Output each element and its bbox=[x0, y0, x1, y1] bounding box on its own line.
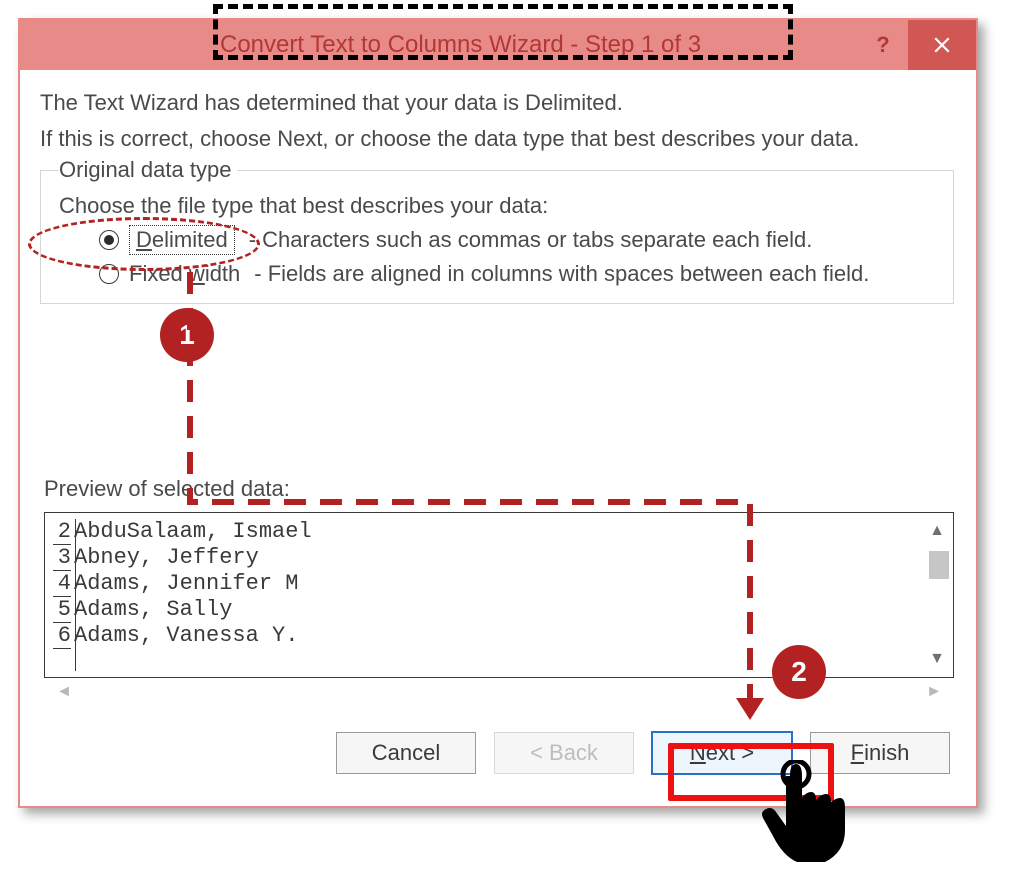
close-button[interactable] bbox=[908, 20, 976, 70]
close-icon bbox=[933, 36, 951, 54]
horizontal-scrollbar: ◄ ► bbox=[44, 680, 954, 708]
finish-button[interactable]: Finish bbox=[810, 732, 950, 774]
cancel-button[interactable]: Cancel bbox=[336, 732, 476, 774]
titlebar: Convert Text to Columns Wizard - Step 1 … bbox=[20, 20, 976, 70]
scroll-right-button[interactable]: ► bbox=[924, 682, 944, 702]
help-button[interactable]: ? bbox=[858, 20, 908, 70]
scroll-down-button[interactable]: ▼ bbox=[927, 649, 947, 669]
preview-box: 2AbduSalaam, Ismael 3Abney, Jeffery 4Ada… bbox=[44, 512, 954, 678]
radio-fixed-desc: - Fields are aligned in columns with spa… bbox=[254, 261, 869, 287]
radio-fixed-row[interactable]: Fixed width - Fields are aligned in colu… bbox=[99, 261, 943, 287]
intro-text: The Text Wizard has determined that your… bbox=[40, 90, 960, 116]
scroll-left-button[interactable]: ◄ bbox=[54, 682, 74, 702]
radio-delimited-row[interactable]: Delimited - Characters such as commas or… bbox=[99, 225, 943, 255]
window-title: Convert Text to Columns Wizard - Step 1 … bbox=[220, 31, 701, 59]
preview-label: Preview of selected data: bbox=[44, 476, 960, 502]
titlebar-controls: ? bbox=[858, 20, 976, 70]
preview-row: 3Abney, Jeffery bbox=[53, 545, 923, 571]
help-icon: ? bbox=[876, 32, 889, 58]
fieldset-legend: Original data type bbox=[59, 157, 237, 183]
next-button[interactable]: Next > bbox=[652, 732, 792, 774]
original-data-type-group: Original data type Choose the file type … bbox=[40, 170, 954, 304]
preview-row: 6Adams, Vanessa Y. bbox=[53, 623, 923, 649]
radio-fixed-width[interactable] bbox=[99, 264, 119, 284]
preview-row: 4Adams, Jennifer M bbox=[53, 571, 923, 597]
field-description: Choose the file type that best describes… bbox=[59, 193, 943, 219]
scroll-thumb[interactable] bbox=[929, 551, 949, 579]
preview-row: 5Adams, Sally bbox=[53, 597, 923, 623]
preview-list: 2AbduSalaam, Ismael 3Abney, Jeffery 4Ada… bbox=[53, 519, 923, 671]
wizard-window: Convert Text to Columns Wizard - Step 1 … bbox=[18, 18, 978, 808]
back-button: < Back bbox=[494, 732, 634, 774]
radio-delimited[interactable] bbox=[99, 230, 119, 250]
button-row: Cancel < Back Next > Finish bbox=[40, 732, 960, 774]
radio-fixed-label: Fixed width bbox=[129, 261, 240, 287]
radio-delimited-desc: - Characters such as commas or tabs sepa… bbox=[249, 227, 813, 253]
preview-row: 2AbduSalaam, Ismael bbox=[53, 519, 923, 545]
wizard-body: The Text Wizard has determined that your… bbox=[20, 70, 976, 790]
radio-delimited-label: Delimited bbox=[129, 225, 235, 255]
sub-text: If this is correct, choose Next, or choo… bbox=[40, 126, 960, 152]
scroll-up-button[interactable]: ▲ bbox=[927, 521, 947, 541]
